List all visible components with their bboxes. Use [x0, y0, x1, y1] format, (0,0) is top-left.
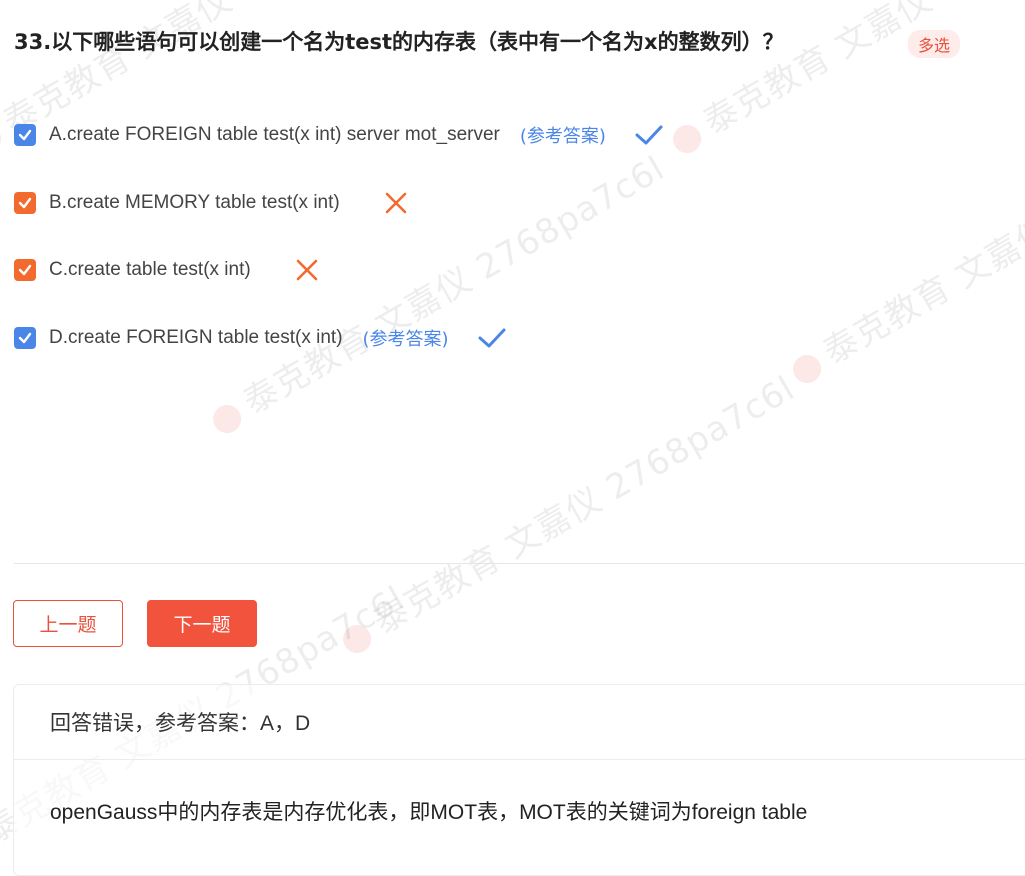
next-question-button[interactable]: 下一题	[147, 600, 257, 647]
checkbox-checked-icon[interactable]	[14, 259, 36, 281]
option-a[interactable]: A.create FOREIGN table test(x int) serve…	[14, 120, 664, 150]
prev-question-button[interactable]: 上一题	[13, 600, 123, 647]
answer-status: 回答错误，参考答案：A，D	[14, 685, 1025, 760]
wrong-cross-icon	[295, 258, 319, 282]
checkbox-checked-icon[interactable]	[14, 192, 36, 214]
question-type-badge: 多选	[908, 30, 961, 58]
option-c[interactable]: C.create table test(x int)	[14, 255, 319, 285]
answer-panel: 回答错误，参考答案：A，D openGauss中的内存表是内存优化表，即MOT表…	[13, 684, 1025, 876]
answer-explanation: openGauss中的内存表是内存优化表，即MOT表，MOT表的关键词为fore…	[50, 801, 808, 824]
question-page: 33.以下哪些语句可以创建一个名为test的内存表（表中有一个名为x的整数列）？…	[0, 0, 1025, 876]
option-d[interactable]: D.create FOREIGN table test(x int) (参考答案…	[14, 323, 507, 353]
option-a-text: A.create FOREIGN table test(x int) serve…	[49, 124, 500, 145]
question-title: 33.以下哪些语句可以创建一个名为test的内存表（表中有一个名为x的整数列）？	[14, 30, 784, 54]
reference-answer-tag: (参考答案)	[362, 329, 449, 350]
wrong-cross-icon	[384, 191, 408, 215]
option-b[interactable]: B.create MEMORY table test(x int)	[14, 188, 408, 218]
correct-check-icon	[634, 123, 664, 147]
divider	[14, 563, 1025, 564]
option-b-text: B.create MEMORY table test(x int)	[49, 192, 340, 213]
option-d-text: D.create FOREIGN table test(x int)	[49, 327, 343, 348]
checkbox-checked-icon[interactable]	[14, 124, 36, 146]
correct-check-icon	[477, 326, 507, 350]
checkbox-checked-icon[interactable]	[14, 327, 36, 349]
option-c-text: C.create table test(x int)	[49, 259, 251, 280]
reference-answer-tag: (参考答案)	[519, 126, 606, 147]
